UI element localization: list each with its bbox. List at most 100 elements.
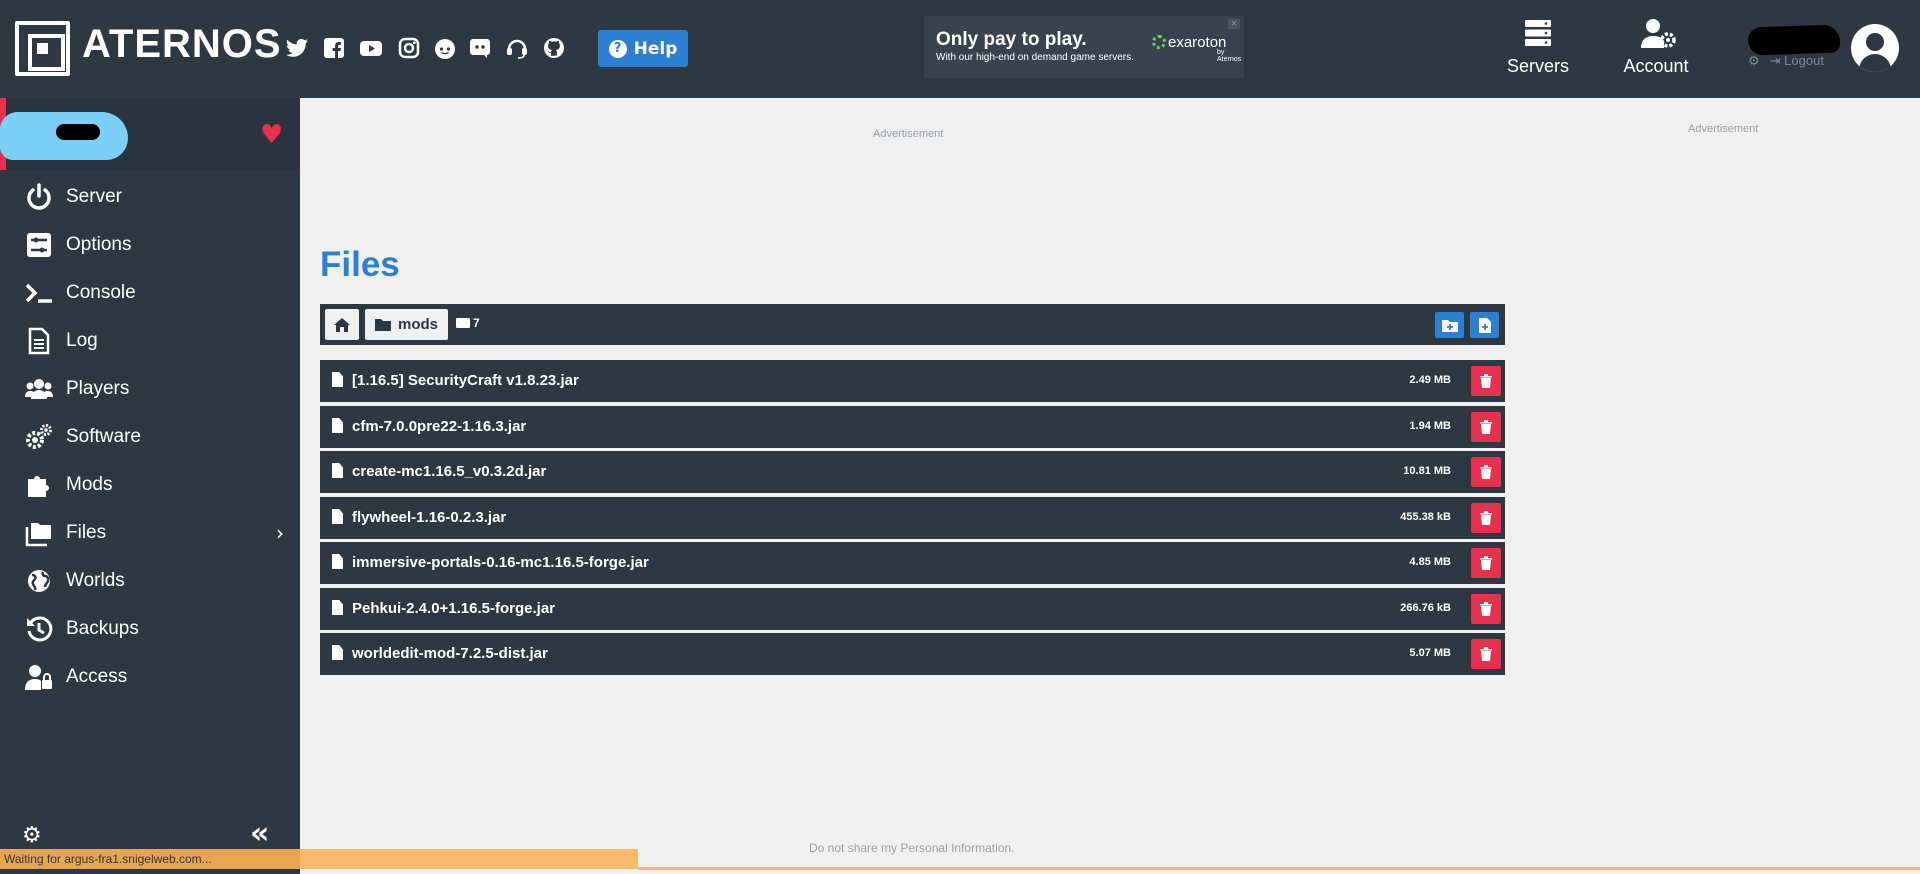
- twitter-icon[interactable]: [284, 36, 310, 60]
- redacted-username: [1747, 24, 1841, 56]
- file-row[interactable]: [1.16.5] SecurityCraft v1.8.23.jar 2.49 …: [320, 360, 1505, 402]
- settings-gear-icon[interactable]: ⚙: [1748, 53, 1760, 68]
- history-icon: [24, 615, 54, 643]
- delete-file-button[interactable]: [1471, 366, 1501, 396]
- loading-progress-bar: [300, 849, 638, 869]
- sidebar-item-server[interactable]: Server: [0, 175, 300, 219]
- file-name[interactable]: [1.16.5] SecurityCraft v1.8.23.jar: [352, 372, 579, 389]
- file-name[interactable]: Pehkui-2.4.0+1.16.5-forge.jar: [352, 600, 555, 617]
- file-icon: [332, 509, 343, 524]
- facebook-icon[interactable]: [321, 36, 347, 60]
- file-row[interactable]: Pehkui-2.4.0+1.16.5-forge.jar 266.76 kB: [320, 588, 1505, 630]
- delete-file-button[interactable]: [1471, 412, 1501, 442]
- sidebar: ♥ Server Options Console Log Players Sof…: [0, 98, 300, 874]
- power-icon: [24, 183, 54, 211]
- gears-icon: [24, 423, 54, 451]
- trash-icon: [1480, 420, 1492, 434]
- sidebar-item-backups[interactable]: Backups: [0, 607, 300, 651]
- ad-title: Only pay to play.: [936, 29, 1087, 50]
- sidebar-item-options[interactable]: Options: [0, 223, 300, 267]
- sidebar-item-console[interactable]: Console: [0, 271, 300, 315]
- document-icon: [24, 327, 54, 355]
- brand-name[interactable]: ATERNOS: [82, 22, 282, 67]
- question-circle-icon: ?: [608, 39, 627, 58]
- github-icon[interactable]: [541, 36, 567, 60]
- file-name[interactable]: immersive-portals-0.16-mc1.16.5-forge.ja…: [352, 554, 649, 571]
- top-header: ATERNOS ? Help Only pay to play. With ou…: [0, 0, 1920, 98]
- new-file-button[interactable]: [1470, 312, 1499, 338]
- sidebar-item-mods[interactable]: Mods: [0, 463, 300, 507]
- globe-icon: [24, 567, 54, 595]
- sidebar-item-label: Mods: [66, 474, 113, 495]
- sidebar-item-worlds[interactable]: Worlds: [0, 559, 300, 603]
- file-name[interactable]: cfm-7.0.0pre22-1.16.3.jar: [352, 418, 526, 435]
- sidebar-item-software[interactable]: Software: [0, 415, 300, 459]
- logout-link[interactable]: ⇥ Logout: [1770, 53, 1834, 68]
- support-headset-icon[interactable]: [504, 36, 530, 60]
- delete-file-button[interactable]: [1471, 594, 1501, 624]
- sidebar-item-label: Options: [66, 234, 132, 255]
- header-ad-banner[interactable]: Only pay to play. With our high-end on d…: [924, 16, 1244, 78]
- trash-icon: [1480, 647, 1492, 661]
- file-name[interactable]: worldedit-mod-7.2.5-dist.jar: [352, 645, 548, 662]
- ad-label-right: Advertisement: [1688, 123, 1759, 135]
- file-plus-icon: [1478, 317, 1491, 333]
- privacy-link[interactable]: Do not share my Personal Information.: [809, 841, 1014, 855]
- delete-file-button[interactable]: [1471, 457, 1501, 487]
- sidebar-item-label: Console: [66, 282, 136, 303]
- collapse-sidebar-icon[interactable]: «: [250, 816, 270, 851]
- file-row[interactable]: worldedit-mod-7.2.5-dist.jar 5.07 MB: [320, 633, 1505, 675]
- breadcrumb-folder-mods[interactable]: mods: [365, 309, 449, 340]
- file-size: 2.49 MB: [1409, 374, 1451, 386]
- ad-close-icon[interactable]: ✕: [1228, 19, 1240, 29]
- logout-row: ⚙ ⇥ Logout: [1748, 53, 1844, 69]
- file-size: 10.81 MB: [1403, 465, 1451, 477]
- delete-file-button[interactable]: [1471, 503, 1501, 533]
- file-name[interactable]: flywheel-1.16-0.2.3.jar: [352, 509, 506, 526]
- servers-nav-button[interactable]: Servers: [1493, 18, 1583, 82]
- youtube-icon[interactable]: [358, 36, 384, 60]
- file-icon: [332, 645, 343, 660]
- instagram-icon[interactable]: [396, 36, 422, 60]
- new-folder-button[interactable]: [1435, 312, 1464, 338]
- home-folder-button[interactable]: [325, 309, 359, 340]
- file-row[interactable]: immersive-portals-0.16-mc1.16.5-forge.ja…: [320, 542, 1505, 584]
- sidebar-item-label: Worlds: [66, 570, 125, 591]
- file-icon: [332, 372, 343, 387]
- redacted-server-name: [0, 112, 128, 160]
- file-size: 1.94 MB: [1409, 420, 1451, 432]
- ad-label-left: Advertisement: [873, 128, 944, 140]
- help-button[interactable]: ? Help: [598, 30, 688, 67]
- sidebar-item-files[interactable]: Files ›: [0, 511, 300, 555]
- breadcrumb: mods 7: [320, 304, 1505, 345]
- aternos-logo-icon[interactable]: [15, 21, 70, 76]
- sidebar-item-access[interactable]: Access: [0, 655, 300, 699]
- trash-icon: [1480, 374, 1492, 388]
- trash-icon: [1480, 465, 1492, 479]
- sidebar-item-label: Access: [66, 666, 128, 687]
- sidebar-settings-gear-icon[interactable]: ⚙: [22, 823, 42, 848]
- account-nav-button[interactable]: Account: [1611, 18, 1701, 82]
- sidebar-item-label: Log: [66, 330, 98, 351]
- folder-icon: [375, 319, 391, 331]
- file-icon: [332, 600, 343, 615]
- folders-icon: [24, 519, 54, 547]
- file-row[interactable]: flywheel-1.16-0.2.3.jar 455.38 kB: [320, 497, 1505, 539]
- broken-heart-icon[interactable]: ♥: [260, 122, 283, 148]
- file-row[interactable]: create-mc1.16.5_v0.3.2d.jar 10.81 MB: [320, 451, 1505, 493]
- delete-file-button[interactable]: [1471, 639, 1501, 669]
- breadcrumb-folder-label: mods: [398, 316, 439, 333]
- help-label: Help: [633, 38, 678, 59]
- delete-file-button[interactable]: [1471, 548, 1501, 578]
- file-name[interactable]: create-mc1.16.5_v0.3.2d.jar: [352, 463, 546, 480]
- reddit-icon[interactable]: [432, 36, 458, 60]
- exaroton-logo: exaroton: [1152, 34, 1226, 51]
- sidebar-item-log[interactable]: Log: [0, 319, 300, 363]
- folder-plus-icon: [1441, 319, 1458, 332]
- server-selector[interactable]: ♥: [0, 98, 300, 170]
- sidebar-item-players[interactable]: Players: [0, 367, 300, 411]
- discord-icon[interactable]: [467, 36, 493, 60]
- file-row[interactable]: cfm-7.0.0pre22-1.16.3.jar 1.94 MB: [320, 406, 1505, 448]
- avatar[interactable]: [1851, 24, 1899, 72]
- user-cog-icon: [1641, 19, 1676, 48]
